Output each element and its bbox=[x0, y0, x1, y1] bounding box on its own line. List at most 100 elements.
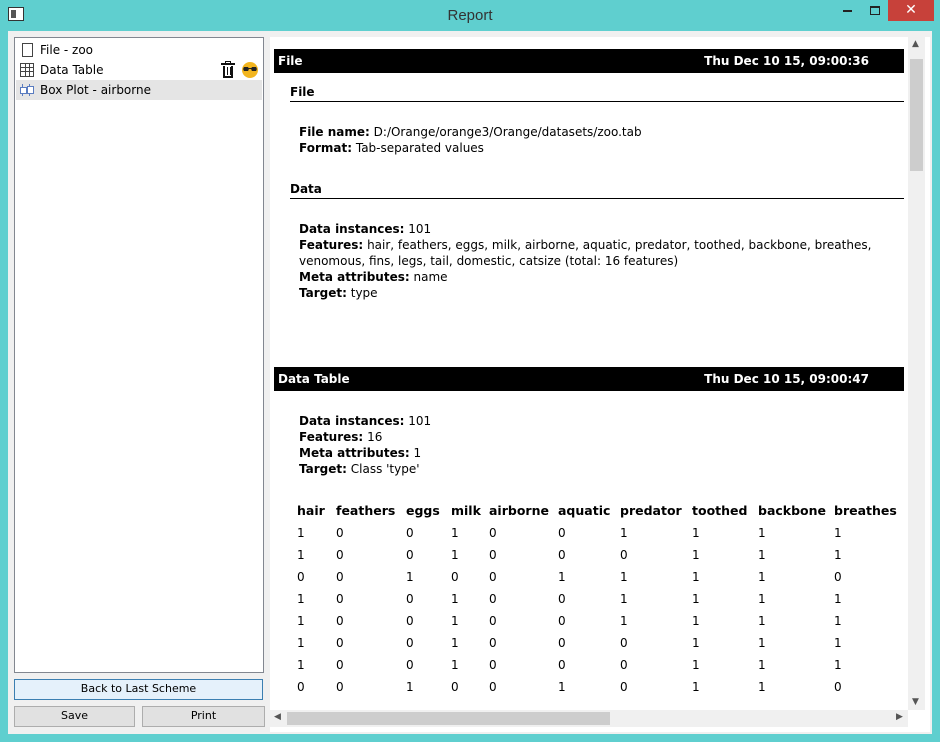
table-cell: 0 bbox=[834, 570, 842, 584]
table-cell: 1 bbox=[297, 614, 305, 628]
table-cell: 0 bbox=[558, 592, 566, 606]
scroll-left-icon[interactable]: ◀ bbox=[274, 712, 281, 722]
table-cell: 0 bbox=[620, 636, 628, 650]
table-cell: 0 bbox=[489, 570, 497, 584]
list-item-data-table[interactable]: Data Table bbox=[16, 60, 262, 80]
table-cell: 0 bbox=[336, 570, 344, 584]
table-cell: 1 bbox=[451, 614, 459, 628]
table-cell: 1 bbox=[692, 636, 700, 650]
maximize-button[interactable] bbox=[861, 0, 888, 21]
table-cell: 1 bbox=[834, 658, 842, 672]
minimize-button[interactable] bbox=[834, 0, 861, 21]
table-cell: 0 bbox=[336, 592, 344, 606]
report-view[interactable]: File Thu Dec 10 15, 09:00:36 File File n… bbox=[270, 37, 930, 732]
table-cell: 1 bbox=[620, 526, 628, 540]
table-cell: 0 bbox=[406, 526, 414, 540]
minimize-icon bbox=[843, 9, 852, 12]
table-column: milk 1 1 0 1 1 1 1 0 bbox=[451, 503, 481, 701]
table-cell: 0 bbox=[336, 526, 344, 540]
table-cell: 0 bbox=[406, 636, 414, 650]
vertical-scrollbar[interactable]: ▲ ▼ bbox=[908, 37, 925, 710]
table-cell: 0 bbox=[558, 548, 566, 562]
trash-icon[interactable] bbox=[221, 61, 235, 78]
horizontal-scroll-thumb[interactable] bbox=[287, 712, 610, 725]
table-cell: 1 bbox=[297, 526, 305, 540]
format-value: Tab-separated values bbox=[355, 141, 484, 155]
table-cell: 1 bbox=[692, 680, 700, 694]
table-cell: 1 bbox=[406, 570, 414, 584]
table-cell: 1 bbox=[758, 614, 766, 628]
table-cell: 0 bbox=[406, 658, 414, 672]
table-cell: 0 bbox=[336, 614, 344, 628]
vertical-scroll-thumb[interactable] bbox=[910, 59, 923, 171]
list-item-file-zoo[interactable]: File - zoo bbox=[16, 40, 262, 60]
file-name-value: D:/Orange/orange3/Orange/datasets/zoo.ta… bbox=[373, 125, 642, 139]
sunglasses-icon[interactable] bbox=[242, 62, 258, 78]
table-cell: 0 bbox=[489, 592, 497, 606]
table-cell: 0 bbox=[558, 614, 566, 628]
scroll-up-icon[interactable]: ▲ bbox=[912, 39, 919, 49]
table-cell: 0 bbox=[451, 570, 459, 584]
table-column: eggs 0 0 1 0 0 0 0 1 bbox=[406, 503, 440, 701]
print-button[interactable]: Print bbox=[142, 706, 265, 727]
report-window: Report ✕ File - zoo Data Table Box Plot … bbox=[0, 0, 940, 742]
table-cell: 1 bbox=[692, 548, 700, 562]
table-cell: 0 bbox=[336, 636, 344, 650]
table-cell: 1 bbox=[692, 526, 700, 540]
table-cell: 0 bbox=[489, 526, 497, 540]
close-button[interactable]: ✕ bbox=[888, 0, 934, 21]
column-header: aquatic bbox=[558, 503, 611, 518]
table-cell: 0 bbox=[336, 658, 344, 672]
table-cell: 1 bbox=[297, 636, 305, 650]
title-bar[interactable]: Report ✕ bbox=[0, 0, 940, 30]
table-column: hair 1 1 0 1 1 1 1 0 bbox=[297, 503, 325, 701]
table-cell: 1 bbox=[758, 526, 766, 540]
table-cell: 1 bbox=[834, 592, 842, 606]
client-area: File - zoo Data Table Box Plot - airborn… bbox=[8, 31, 932, 734]
table-cell: 0 bbox=[336, 548, 344, 562]
table-cell: 1 bbox=[620, 570, 628, 584]
table-cell: 1 bbox=[451, 636, 459, 650]
column-header: hair bbox=[297, 503, 325, 518]
table-cell: 0 bbox=[406, 614, 414, 628]
meta-attributes-line: Meta attributes: name bbox=[299, 270, 448, 284]
table-column: aquatic 0 0 1 0 0 0 0 1 bbox=[558, 503, 610, 701]
table-cell: 1 bbox=[297, 592, 305, 606]
file-name-line: File name: D:/Orange/orange3/Orange/data… bbox=[299, 125, 642, 139]
file-subheader: File bbox=[290, 82, 904, 102]
horizontal-scrollbar[interactable]: ◀ ▶ bbox=[270, 710, 908, 727]
report-items-list[interactable]: File - zoo Data Table Box Plot - airborn… bbox=[14, 37, 264, 673]
table-cell: 0 bbox=[558, 526, 566, 540]
table-cell: 1 bbox=[620, 614, 628, 628]
column-header: milk bbox=[451, 503, 481, 518]
column-header: eggs bbox=[406, 503, 440, 518]
table-cell: 1 bbox=[451, 658, 459, 672]
table-cell: 1 bbox=[758, 548, 766, 562]
table-cell: 1 bbox=[834, 548, 842, 562]
table-cell: 0 bbox=[558, 636, 566, 650]
table-cell: 0 bbox=[336, 680, 344, 694]
table-cell: 1 bbox=[692, 592, 700, 606]
section-title: Data Table bbox=[278, 372, 350, 386]
boxplot-icon bbox=[20, 83, 34, 97]
scroll-down-icon[interactable]: ▼ bbox=[912, 697, 919, 707]
back-to-last-scheme-button[interactable]: Back to Last Scheme bbox=[14, 679, 263, 700]
table-target-line: Target: Class 'type' bbox=[299, 462, 420, 476]
column-header: predator bbox=[620, 503, 682, 518]
table-cell: 0 bbox=[620, 548, 628, 562]
column-header: toothed bbox=[692, 503, 748, 518]
column-header: backbone bbox=[758, 503, 827, 518]
table-cell: 0 bbox=[489, 614, 497, 628]
table-cell: 1 bbox=[620, 592, 628, 606]
table-cell: 0 bbox=[489, 658, 497, 672]
table-cell: 0 bbox=[620, 680, 628, 694]
save-button[interactable]: Save bbox=[14, 706, 135, 727]
scroll-right-icon[interactable]: ▶ bbox=[896, 712, 903, 722]
table-cell: 1 bbox=[758, 636, 766, 650]
table-cell: 1 bbox=[692, 658, 700, 672]
file-icon bbox=[22, 43, 33, 57]
table-instances-line: Data instances: 101 bbox=[299, 414, 432, 428]
table-column: backbone 1 1 1 1 1 1 1 1 bbox=[758, 503, 826, 701]
table-cell: 1 bbox=[692, 570, 700, 584]
list-item-box-plot[interactable]: Box Plot - airborne bbox=[16, 80, 262, 100]
